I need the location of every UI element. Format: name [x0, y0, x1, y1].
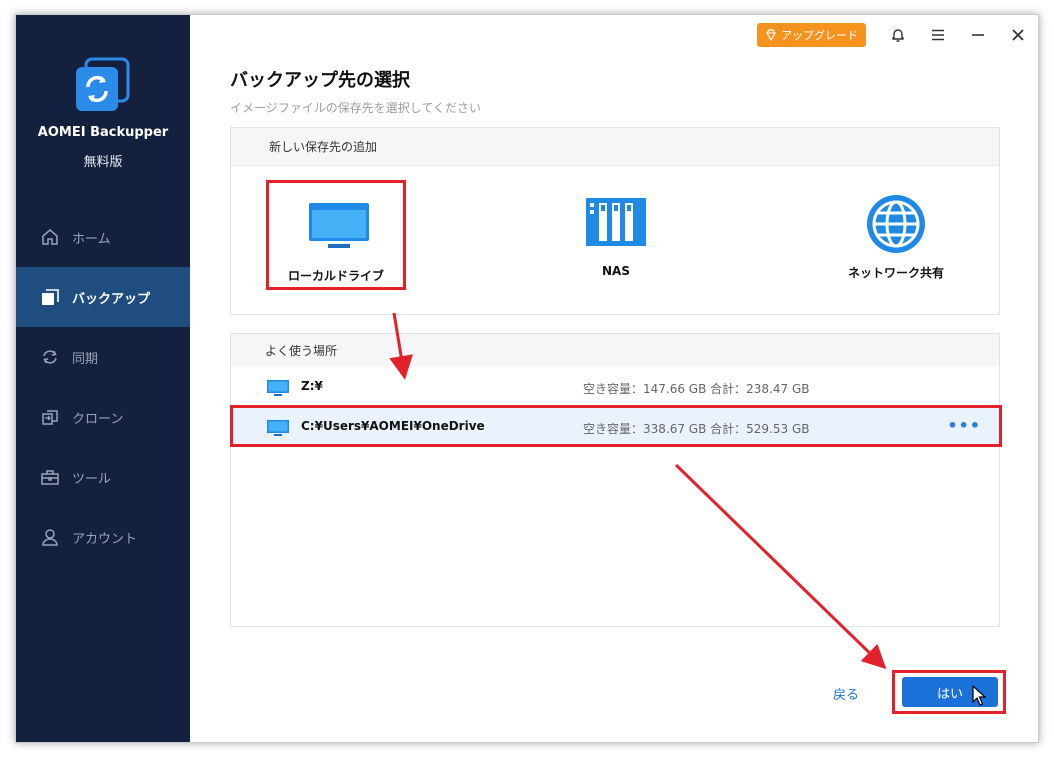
minimize-icon: [972, 34, 984, 36]
new-destination-panel: 新しい保存先の追加 ローカルドライブ NAS ネットワーク共有: [230, 127, 1000, 315]
sidebar-item-label: バックアップ: [72, 291, 151, 307]
monitor-icon: [309, 203, 369, 248]
local-drive-option[interactable]: ローカルドライブ: [266, 180, 406, 290]
bell-icon: [892, 29, 904, 42]
hamburger-icon: [932, 29, 944, 41]
app-name: AOMEI Backupper: [37, 125, 169, 140]
sidebar-nav: ホーム バックアップ 同期 クローン ツール アカウント: [16, 207, 190, 567]
app-window: AOMEI Backupper 無料版 ホーム バックアップ 同期 クローン ツ…: [15, 14, 1039, 743]
sidebar-item-label: 同期: [72, 351, 99, 367]
location-row-z[interactable]: Z:¥ 空き容量：147.66 GB 合計：238.47 GB: [231, 368, 999, 406]
minimize-button[interactable]: [966, 23, 990, 47]
sidebar-item-account[interactable]: アカウント: [16, 507, 190, 567]
frequent-locations-panel: よく使う場所 Z:¥ 空き容量：147.66 GB 合計：238.47 GB C…: [230, 333, 1000, 627]
tools-icon: [41, 470, 59, 485]
page-subtitle: イメージファイルの保存先を選択してください: [230, 101, 482, 115]
highlight-box: [230, 405, 1002, 447]
sidebar-item-clone[interactable]: クローン: [16, 387, 190, 447]
close-icon: [1012, 29, 1024, 41]
upgrade-button[interactable]: アップグレード: [757, 23, 866, 47]
cursor-icon: [972, 685, 986, 706]
monitor-icon: [267, 380, 289, 396]
new-destination-header: 新しい保存先の追加: [231, 128, 999, 166]
home-icon: [42, 229, 58, 245]
clone-icon: [42, 410, 58, 425]
close-button[interactable]: [1006, 23, 1030, 47]
app-edition: 無料版: [83, 155, 123, 170]
menu-button[interactable]: [926, 23, 950, 47]
nas-option[interactable]: NAS: [546, 180, 686, 290]
sidebar-item-label: ツール: [72, 471, 112, 487]
diamond-icon: [766, 29, 776, 41]
sidebar: AOMEI Backupper 無料版 ホーム バックアップ 同期 クローン ツ…: [16, 15, 190, 742]
sidebar-item-label: アカウント: [72, 531, 138, 547]
backup-icon: [42, 289, 59, 305]
frequent-locations-header: よく使う場所: [231, 334, 999, 366]
upgrade-label: アップグレード: [781, 29, 858, 42]
back-button[interactable]: 戻る: [833, 684, 859, 703]
sidebar-item-tools[interactable]: ツール: [16, 447, 190, 507]
globe-icon: [867, 195, 925, 253]
sidebar-item-label: クローン: [72, 411, 124, 427]
account-icon: [42, 529, 58, 546]
main-content: アップグレード バックアップ先の選択 イメージファイルの保存先を選択してください…: [190, 15, 1038, 742]
location-path: Z:¥: [301, 379, 323, 393]
sidebar-item-sync[interactable]: 同期: [16, 327, 190, 387]
app-logo-icon: [76, 57, 130, 111]
sidebar-item-home[interactable]: ホーム: [16, 207, 190, 267]
network-share-option[interactable]: ネットワーク共有: [826, 180, 966, 290]
page-title: バックアップ先の選択: [230, 70, 410, 91]
notification-button[interactable]: [886, 23, 910, 47]
option-label: NAS: [602, 264, 630, 278]
option-label: ネットワーク共有: [847, 266, 944, 280]
sync-icon: [43, 350, 57, 364]
option-label: ローカルドライブ: [287, 269, 384, 283]
sidebar-item-label: ホーム: [72, 231, 111, 247]
nas-icon: [586, 198, 646, 246]
sidebar-item-backup[interactable]: バックアップ: [16, 267, 190, 327]
location-capacity: 空き容量：147.66 GB 合計：238.47 GB: [583, 382, 810, 396]
